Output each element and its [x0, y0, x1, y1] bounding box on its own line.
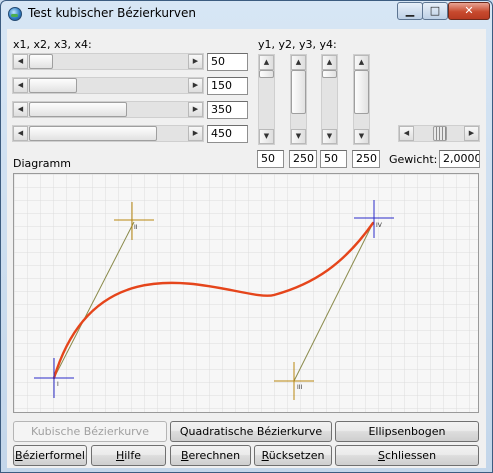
x3-scrollbar[interactable]: ◀ ▶ — [12, 101, 204, 118]
x2-scrollbar[interactable]: ◀ ▶ — [12, 77, 204, 94]
y2-field[interactable]: 250 — [289, 150, 317, 168]
globe-icon — [8, 7, 22, 21]
mnemonic-b: B — [15, 449, 23, 462]
y1-scrollbar[interactable]: ▲ ▼ — [258, 54, 275, 145]
x3-scroll-thumb[interactable] — [29, 102, 127, 117]
scroll-down-icon[interactable]: ▼ — [259, 129, 274, 144]
weight-field[interactable]: 2,0000 — [439, 150, 480, 168]
close-button[interactable]: Schliessen — [335, 445, 479, 466]
help-button[interactable]: Hilfe — [91, 445, 166, 466]
ellipse-arc-button[interactable]: Ellipsenbogen — [335, 421, 479, 442]
scroll-down-icon[interactable]: ▼ — [322, 129, 337, 144]
button-label: erechnen — [188, 449, 241, 462]
y1-field[interactable]: 50 — [257, 150, 284, 168]
button-label: ilfe — [124, 449, 142, 462]
title-bar[interactable]: Test kubischer Bézierkurven ▁ □ ✕ — [1, 1, 492, 27]
scroll-left-icon[interactable]: ◀ — [13, 78, 28, 93]
close-window-button[interactable]: ✕ — [448, 2, 490, 20]
scroll-right-icon[interactable]: ▶ — [188, 102, 203, 117]
point-label-ii: II — [134, 224, 138, 231]
diagram-label: Diagramm — [13, 157, 71, 170]
reset-button[interactable]: Rücksetzen — [254, 445, 332, 466]
scroll-right-icon[interactable]: ▶ — [188, 54, 203, 69]
client-area: x1, x2, x3, x4: ◀ ▶ 50 ◀ ▶ 150 ◀ ▶ 350 ◀… — [7, 29, 486, 468]
button-label: chliessen — [384, 449, 437, 462]
calculate-button[interactable]: Berechnen — [170, 445, 251, 466]
y4-field[interactable]: 250 — [352, 150, 380, 168]
y-group-label: y1, y2, y3, y4: — [258, 38, 337, 51]
x1-scroll-thumb[interactable] — [29, 54, 53, 69]
x1-scrollbar[interactable]: ◀ ▶ — [12, 53, 204, 70]
weight-scrollbar[interactable]: ◀ ▶ — [398, 125, 480, 142]
cubic-bezier-button[interactable]: Kubische Bézierkurve — [13, 421, 167, 442]
scroll-left-icon[interactable]: ◀ — [13, 126, 28, 141]
mnemonic-s: S — [377, 449, 385, 462]
x1-field[interactable]: 50 — [207, 53, 248, 71]
y1-scroll-thumb[interactable] — [259, 70, 274, 78]
point-label-i: I — [57, 381, 59, 388]
scroll-up-icon[interactable]: ▲ — [354, 55, 369, 70]
y3-scroll-thumb[interactable] — [322, 70, 337, 78]
button-label: ézierformel — [22, 449, 85, 462]
scroll-left-icon[interactable]: ◀ — [399, 126, 414, 141]
scroll-up-icon[interactable]: ▲ — [259, 55, 274, 70]
x2-field[interactable]: 150 — [207, 77, 248, 95]
x2-scroll-thumb[interactable] — [29, 78, 77, 93]
scroll-up-icon[interactable]: ▲ — [322, 55, 337, 70]
scroll-up-icon[interactable]: ▲ — [291, 55, 306, 70]
button-label: ücksetzen — [268, 449, 325, 462]
mnemonic-h: H — [115, 449, 125, 462]
scroll-right-icon[interactable]: ▶ — [188, 126, 203, 141]
mnemonic-b: B — [180, 449, 189, 462]
scroll-right-icon[interactable]: ▶ — [188, 78, 203, 93]
x-group-label: x1, x2, x3, x4: — [13, 38, 92, 51]
diagram-canvas[interactable]: I II III IV — [13, 173, 479, 413]
y3-scrollbar[interactable]: ▲ ▼ — [321, 54, 338, 145]
maximize-button[interactable]: □ — [422, 2, 448, 20]
scroll-left-icon[interactable]: ◀ — [13, 102, 28, 117]
window-title: Test kubischer Bézierkurven — [28, 6, 196, 20]
app-window: Test kubischer Bézierkurven ▁ □ ✕ x1, x2… — [0, 0, 493, 473]
x4-field[interactable]: 450 — [207, 125, 248, 143]
weight-scroll-thumb[interactable] — [433, 126, 447, 141]
scroll-down-icon[interactable]: ▼ — [354, 129, 369, 144]
x3-field[interactable]: 350 — [207, 101, 248, 119]
scroll-right-icon[interactable]: ▶ — [464, 126, 479, 141]
scroll-down-icon[interactable]: ▼ — [291, 129, 306, 144]
x4-scroll-thumb[interactable] — [29, 126, 157, 141]
y4-scrollbar[interactable]: ▲ ▼ — [353, 54, 370, 145]
x4-scrollbar[interactable]: ◀ ▶ — [12, 125, 204, 142]
point-label-iv: IV — [376, 222, 383, 229]
quadratic-bezier-button[interactable]: Quadratische Bézierkurve — [170, 421, 332, 442]
bezier-formula-button[interactable]: Bézierformel — [13, 445, 87, 466]
y2-scroll-thumb[interactable] — [291, 70, 306, 114]
minimize-button[interactable]: ▁ — [397, 2, 423, 20]
mnemonic-r: R — [261, 449, 269, 462]
weight-label: Gewicht: — [389, 153, 438, 166]
y4-scroll-thumb[interactable] — [354, 70, 369, 114]
point-label-iii: III — [297, 384, 303, 391]
scroll-left-icon[interactable]: ◀ — [13, 54, 28, 69]
y2-scrollbar[interactable]: ▲ ▼ — [290, 54, 307, 145]
y3-field[interactable]: 50 — [320, 150, 347, 168]
bezier-plot: I II III IV — [14, 174, 478, 412]
